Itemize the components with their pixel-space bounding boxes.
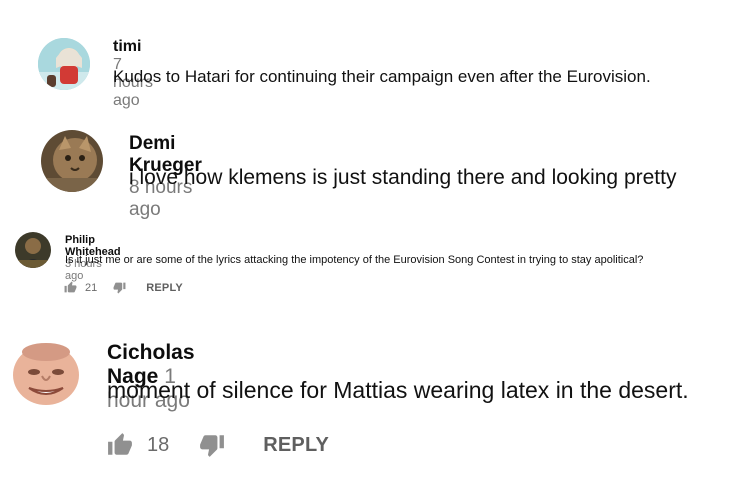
- comment-text: i love how klemens is just standing ther…: [129, 166, 677, 189]
- comment-text: Kudos to Hatari for continuing their cam…: [113, 67, 651, 86]
- thumb-down-icon[interactable]: [199, 432, 225, 458]
- avatar-image: [38, 38, 90, 90]
- avatar[interactable]: [11, 338, 81, 408]
- avatar[interactable]: [41, 130, 103, 192]
- comment-actions: 21 REPLY: [64, 281, 183, 294]
- avatar-image: [15, 232, 51, 268]
- thumb-up-icon[interactable]: [64, 281, 77, 294]
- comment-author[interactable]: timi: [113, 38, 141, 55]
- reply-button[interactable]: REPLY: [146, 282, 183, 294]
- comment-text: moment of silence for Mattias wearing la…: [107, 377, 689, 403]
- avatar-image: [41, 130, 103, 192]
- avatar[interactable]: [15, 232, 51, 268]
- reply-button[interactable]: REPLY: [263, 434, 329, 457]
- like-count: 21: [85, 281, 98, 294]
- thumb-down-icon[interactable]: [113, 281, 126, 294]
- avatar-image: [11, 338, 81, 408]
- avatar[interactable]: [38, 38, 90, 90]
- thumb-up-icon[interactable]: [107, 432, 133, 458]
- comment-text: Is it just me or are some of the lyrics …: [65, 254, 644, 266]
- like-count: 18: [147, 433, 170, 456]
- comment-actions: 18 REPLY: [107, 432, 329, 458]
